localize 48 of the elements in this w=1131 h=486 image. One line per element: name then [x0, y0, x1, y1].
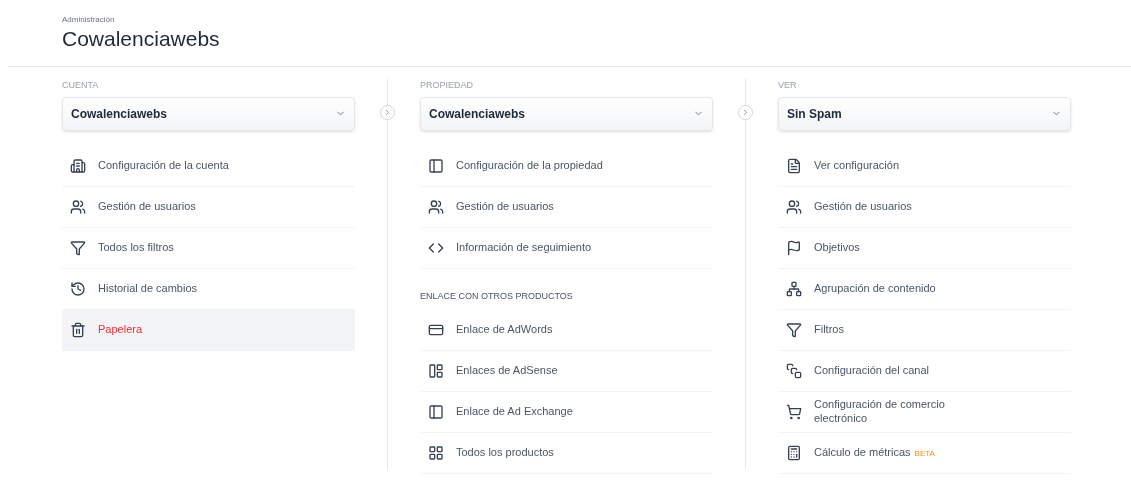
layout-icon	[428, 362, 444, 379]
page-title: Cowalenciawebs	[62, 26, 221, 52]
menu-item[interactable]: Enlace de AdWords	[420, 309, 713, 351]
menu-item[interactable]: Objetivos	[778, 227, 1071, 269]
section-heading: ENLACE CON OTROS PRODUCTOS	[420, 290, 574, 303]
menu-item[interactable]: Papelera	[62, 309, 355, 351]
menu-item[interactable]: Agrupación de contenido	[778, 268, 1071, 310]
menu-item[interactable]: Configuración de la propiedad	[420, 145, 713, 187]
hierarchy-icon	[786, 280, 802, 297]
trash-icon	[70, 321, 86, 338]
document-icon	[786, 157, 802, 174]
users-icon	[70, 198, 86, 215]
cart-icon	[786, 403, 802, 420]
dropdown-select[interactable]: Cowalenciawebs	[62, 96, 355, 131]
menu-item[interactable]: Ver configuración	[778, 145, 1071, 187]
menu-item[interactable]: Gestión de usuarios	[62, 186, 355, 228]
menu-item[interactable]: Información de seguimiento	[420, 227, 713, 269]
dropdown-select[interactable]: Cowalenciawebs	[420, 96, 713, 131]
flag-icon	[786, 239, 802, 256]
panel-icon	[428, 157, 444, 174]
menu-item[interactable]: Configuración del canal	[778, 350, 1071, 392]
history-icon	[70, 280, 86, 297]
menu-item[interactable]: Gestión de usuarios	[420, 186, 713, 228]
filter-icon	[786, 321, 802, 338]
buildings-icon	[70, 157, 86, 174]
calculator-icon	[786, 444, 802, 461]
menu-item[interactable]: Historial de cambios	[62, 268, 355, 310]
beta-label: BETA	[914, 448, 935, 458]
menu-item[interactable]: Configuración de la cuenta	[62, 145, 355, 187]
breadcrumb: Administración	[62, 14, 116, 26]
panel-icon	[428, 403, 444, 420]
grid-icon	[428, 444, 444, 461]
menu-item[interactable]: Enlace de Ad Exchange	[420, 391, 713, 433]
stack-icon	[786, 362, 802, 379]
menu-item[interactable]: Filtros	[778, 309, 1071, 351]
dropdown-select[interactable]: Sin Spam	[778, 96, 1071, 131]
menu-item[interactable]: Configuración de comercio electrónico	[778, 391, 1071, 433]
users-icon	[786, 198, 802, 215]
column-label: VER	[778, 79, 798, 92]
filter-icon	[70, 239, 86, 256]
menu-item[interactable]: Todos los productos	[420, 432, 713, 474]
menu-item[interactable]: Gestión de usuarios	[778, 186, 1071, 228]
menu-item[interactable]: Cálculo de métricas BETA	[778, 432, 1071, 474]
menu-item[interactable]: Enlaces de AdSense	[420, 350, 713, 392]
menu-item[interactable]: Todos los filtros	[62, 227, 355, 269]
users-icon	[428, 198, 444, 215]
column-label: CUENTA	[62, 79, 100, 92]
column-label: PROPIEDAD	[420, 79, 474, 92]
